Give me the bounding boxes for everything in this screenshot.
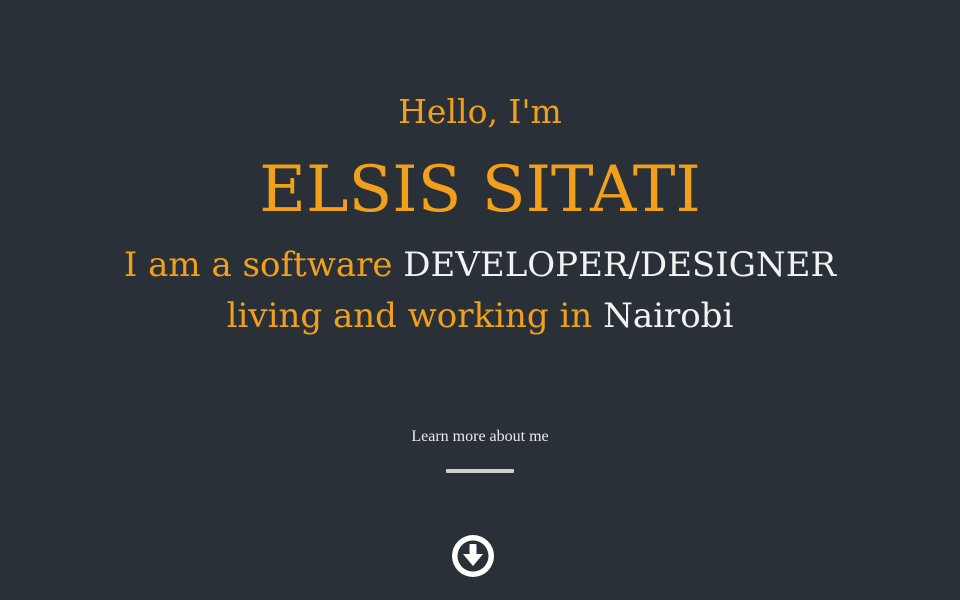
- role-highlight: DEVELOPER/DESIGNER: [403, 245, 837, 285]
- hero-section: Hello, I'm ELSIS SITATI I am a software …: [0, 0, 960, 600]
- role-line: I am a software DEVELOPER/DESIGNER: [0, 244, 960, 286]
- learn-more-link[interactable]: Learn more about me: [0, 426, 960, 448]
- arrow-down-circle-icon: [452, 535, 494, 577]
- location-line: living and working in Nairobi: [0, 295, 960, 337]
- scroll-down-button[interactable]: [452, 535, 494, 577]
- location-highlight: Nairobi: [603, 296, 734, 336]
- name-heading: ELSIS SITATI: [259, 153, 701, 227]
- learn-more-underline: [446, 469, 514, 473]
- role-prefix: I am a software: [123, 245, 393, 285]
- greeting-text: Hello, I'm: [398, 92, 562, 131]
- location-prefix: living and working in: [226, 296, 593, 336]
